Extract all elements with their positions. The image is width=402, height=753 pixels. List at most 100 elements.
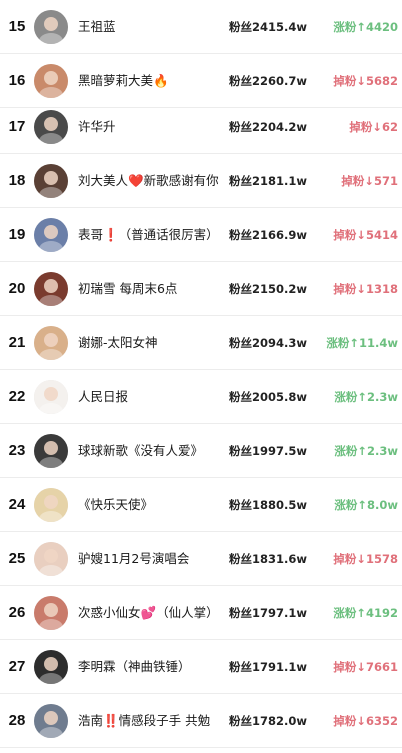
fan-change: 掉粉↓1578 — [333, 552, 398, 566]
avatar[interactable] — [34, 488, 68, 522]
fan-count: 粉丝1880.5w — [229, 498, 308, 512]
user-name-text: 表哥 — [78, 227, 104, 242]
ranking-row[interactable]: 18 刘大美人❤️新歌感谢有你 粉丝2181.1w 掉粉↓571 — [0, 154, 402, 208]
fan-count: 粉丝2181.1w — [229, 174, 308, 188]
user-name-text: 《快乐天使》 — [78, 497, 154, 512]
rank-number: 17 — [8, 118, 26, 135]
emoji-icon: 🔥 — [153, 73, 169, 88]
ranking-row[interactable]: 17 许华升 粉丝2204.2w 掉粉↓62 — [0, 100, 402, 154]
fan-change: 掉粉↓62 — [349, 120, 398, 134]
rank-number: 27 — [8, 658, 26, 675]
avatar[interactable] — [34, 380, 68, 414]
avatar-image — [34, 434, 68, 468]
avatar[interactable] — [34, 110, 68, 144]
fan-count: 粉丝1997.5w — [229, 444, 308, 458]
avatar-image — [34, 272, 68, 306]
ranking-list: 15 王祖蓝 粉丝2415.4w 涨粉↑4420 16 黑暗萝莉大美🔥 粉丝2260.7w 掉… — [0, 0, 402, 753]
fan-change: 涨粉↑2.3w — [334, 444, 398, 458]
user-name[interactable]: 许华升 — [78, 100, 116, 154]
avatar[interactable] — [34, 272, 68, 306]
user-name-text: 黑暗萝莉大美 — [78, 73, 154, 88]
emoji-icon: ❤️ — [128, 173, 144, 188]
user-name-text: 人民日报 — [78, 389, 129, 404]
avatar[interactable] — [34, 596, 68, 630]
fan-change: 掉粉↓571 — [341, 174, 398, 188]
rank-number: 26 — [8, 604, 26, 621]
user-name-text: 驴嫂11月2号演唱会 — [78, 551, 190, 566]
fan-count: 粉丝2005.8w — [229, 390, 308, 404]
user-name-text: 球球新歌《没有人爱》 — [78, 443, 204, 458]
avatar-image — [34, 218, 68, 252]
ranking-row[interactable]: 23 球球新歌《没有人爱》 粉丝1997.5w 涨粉↑2.3w — [0, 424, 402, 478]
user-name[interactable]: 次惑小仙女💕（仙人掌） — [78, 586, 219, 640]
avatar[interactable] — [34, 650, 68, 684]
avatar[interactable] — [34, 218, 68, 252]
fan-change: 涨粉↑4420 — [333, 20, 398, 34]
fan-count: 粉丝1782.0w — [229, 714, 308, 728]
fan-count: 粉丝1797.1w — [229, 606, 308, 620]
avatar-image — [34, 488, 68, 522]
ranking-row[interactable]: 15 王祖蓝 粉丝2415.4w 涨粉↑4420 — [0, 0, 402, 54]
ranking-row[interactable]: 21 谢娜-太阳女神 粉丝2094.3w 涨粉↑11.4w — [0, 316, 402, 370]
fan-change: 掉粉↓6352 — [333, 714, 398, 728]
user-name[interactable]: 王祖蓝 — [78, 0, 116, 54]
user-name[interactable]: 《快乐天使》 — [78, 478, 153, 532]
avatar[interactable] — [34, 434, 68, 468]
fan-change: 涨粉↑2.3w — [334, 390, 398, 404]
avatar[interactable] — [34, 542, 68, 576]
avatar-image — [34, 542, 68, 576]
user-name-suffix: （普通话很厉害） — [118, 227, 219, 242]
rank-number: 24 — [8, 496, 26, 513]
ranking-row[interactable]: 25 驴嫂11月2号演唱会 粉丝1831.6w 掉粉↓1578 — [0, 532, 402, 586]
fan-count: 粉丝2094.3w — [229, 336, 308, 350]
user-name[interactable]: 表哥❗（普通话很厉害） — [78, 208, 219, 262]
fan-change: 涨粉↑4192 — [333, 606, 398, 620]
user-name[interactable]: 球球新歌《没有人爱》 — [78, 424, 203, 478]
fan-count: 粉丝2150.2w — [229, 282, 308, 296]
avatar-image — [34, 10, 68, 44]
user-name-text: 次惑小仙女 — [78, 605, 141, 620]
user-name-text: 初瑞雪 每周末6点 — [78, 281, 178, 296]
avatar[interactable] — [34, 10, 68, 44]
avatar[interactable] — [34, 704, 68, 738]
user-name[interactable]: 谢娜-太阳女神 — [78, 316, 158, 370]
fan-count: 粉丝2166.9w — [229, 228, 308, 242]
user-name-text: 李明霖（神曲铁锤） — [78, 659, 191, 674]
ranking-row[interactable]: 27 李明霖（神曲铁锤） 粉丝1791.1w 掉粉↓7661 — [0, 640, 402, 694]
ranking-row[interactable]: 26 次惑小仙女💕（仙人掌） 粉丝1797.1w 涨粉↑4192 — [0, 586, 402, 640]
fan-count: 粉丝1791.1w — [229, 660, 308, 674]
ranking-row[interactable]: 24 《快乐天使》 粉丝1880.5w 涨粉↑8.0w — [0, 478, 402, 532]
avatar-image — [34, 704, 68, 738]
ranking-row[interactable]: 19 表哥❗（普通话很厉害） 粉丝2166.9w 掉粉↓5414 — [0, 208, 402, 262]
fan-count: 粉丝2204.2w — [229, 120, 308, 134]
user-name[interactable]: 李明霖（神曲铁锤） — [78, 640, 191, 694]
avatar[interactable] — [34, 326, 68, 360]
rank-number: 18 — [8, 172, 26, 189]
fan-change: 掉粉↓7661 — [333, 660, 398, 674]
user-name-text: 王祖蓝 — [78, 19, 116, 34]
rank-number: 19 — [8, 226, 26, 243]
fan-count: 粉丝1831.6w — [229, 552, 308, 566]
emoji-icon: ❗ — [103, 227, 119, 242]
emoji-icon: ‼️ — [103, 713, 119, 728]
user-name-text: 许华升 — [78, 119, 116, 134]
fan-change: 掉粉↓1318 — [333, 282, 398, 296]
avatar[interactable] — [34, 64, 68, 98]
user-name[interactable]: 人民日报 — [78, 370, 128, 424]
rank-number: 21 — [8, 334, 26, 351]
ranking-row[interactable]: 28 浩南‼️情感段子手 共勉 粉丝1782.0w 掉粉↓6352 — [0, 694, 402, 748]
ranking-row[interactable]: 20 初瑞雪 每周末6点 粉丝2150.2w 掉粉↓1318 — [0, 262, 402, 316]
fan-count: 粉丝2415.4w — [229, 20, 308, 34]
user-name[interactable]: 驴嫂11月2号演唱会 — [78, 532, 189, 586]
ranking-row[interactable]: 22 人民日报 粉丝2005.8w 涨粉↑2.3w — [0, 370, 402, 424]
user-name[interactable]: 浩南‼️情感段子手 共勉 — [78, 694, 210, 748]
user-name[interactable]: 初瑞雪 每周末6点 — [78, 262, 177, 316]
rank-number: 20 — [8, 280, 26, 297]
fan-change: 掉粉↓5414 — [333, 228, 398, 242]
user-name[interactable]: 刘大美人❤️新歌感谢有你 — [78, 154, 219, 208]
user-name-text: 浩南 — [78, 713, 104, 728]
avatar-image — [34, 380, 68, 414]
avatar[interactable] — [34, 164, 68, 198]
avatar-image — [34, 326, 68, 360]
avatar-image — [34, 64, 68, 98]
